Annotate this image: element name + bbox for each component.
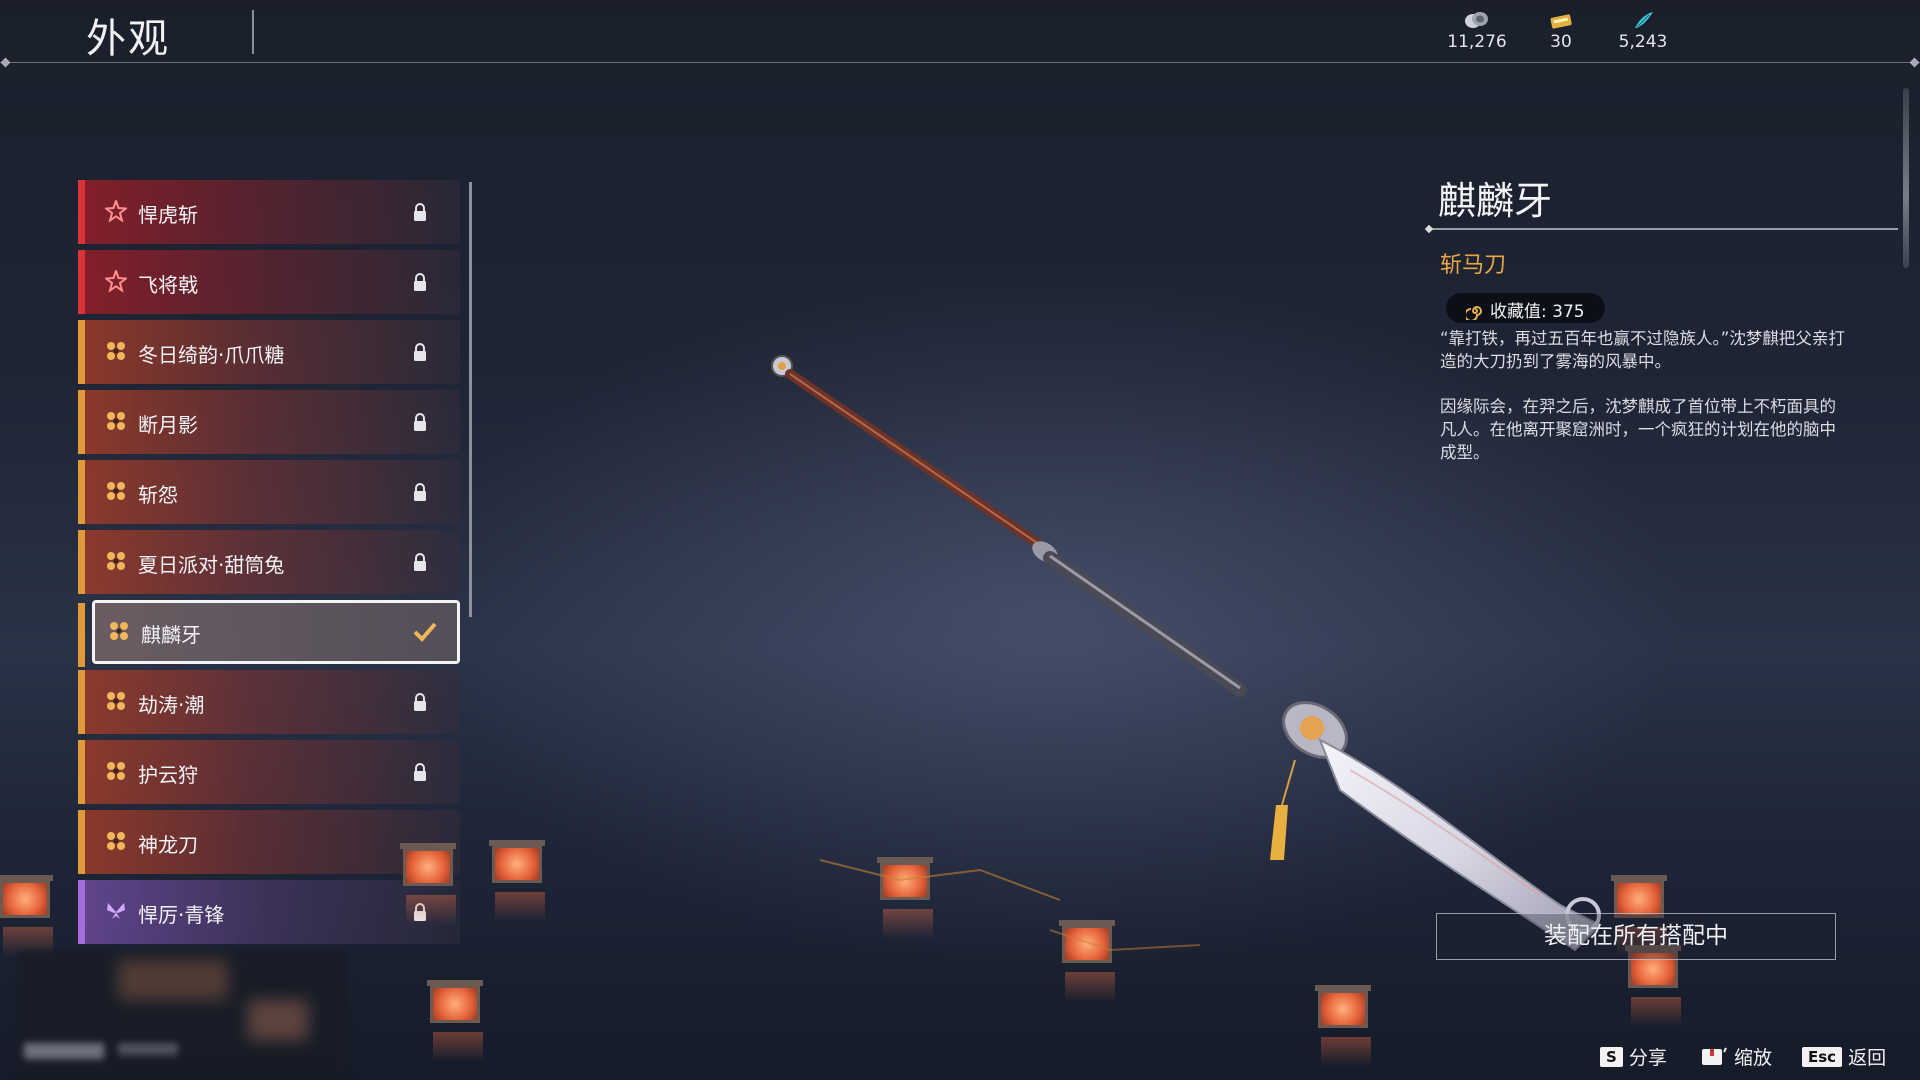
item-label: 夏日派对·甜筒兔 [138, 553, 285, 577]
clover-rarity-icon [107, 342, 125, 360]
floating-lantern [427, 980, 483, 1062]
rarity-bar [78, 740, 85, 804]
lock-icon [414, 343, 426, 361]
key-s: S [1600, 1047, 1623, 1067]
spiral-collection-icon [1466, 306, 1482, 320]
header-line [0, 62, 1920, 63]
list-item[interactable]: 夏日派对·甜筒兔 [78, 530, 460, 594]
item-label: 麒麟牙 [141, 623, 201, 647]
gold-ticket-icon [1550, 14, 1572, 29]
rarity-bar [78, 390, 85, 454]
clover-rarity-icon [107, 832, 125, 850]
top-bar: 外观 11,276 30 5,243 [0, 0, 1920, 68]
checkmark-icon [413, 622, 437, 642]
clover-rarity-icon [107, 482, 125, 500]
list-item[interactable]: 护云狩 [78, 740, 460, 804]
list-item[interactable]: 断月影 [78, 390, 460, 454]
collection-value: 收藏值: 375 [1490, 302, 1585, 322]
floating-lantern [489, 840, 545, 922]
list-item[interactable]: 飞将戟 [78, 250, 460, 314]
clover-rarity-icon [107, 692, 125, 710]
lock-icon [414, 483, 426, 501]
list-item[interactable]: 斩怨 [78, 460, 460, 524]
rarity-bar [78, 180, 85, 244]
feathers-value: 5,243 [1618, 32, 1668, 52]
floating-lantern [877, 857, 933, 939]
clover-rarity-icon [107, 412, 125, 430]
description-paragraph: 因缘际会，在羿之后，沈梦麒成了首位带上不朽面具的凡人。在他离开聚窟洲时，一个疯狂… [1440, 397, 1836, 462]
item-name: 麒麟牙 [1438, 179, 1553, 223]
page-title: 外观 [86, 16, 170, 62]
list-item[interactable]: 悍厉·青锋 [78, 880, 460, 944]
detail-panel: 麒麟牙 斩马刀 收藏值: 375 “靠打铁，再过五百年也赢不过隐族人。”沈梦麒把… [1428, 170, 1898, 464]
name-underline [1428, 228, 1898, 230]
floating-lantern [1315, 985, 1371, 1067]
hint-zoom[interactable]: 缩放 [1700, 1043, 1772, 1070]
collection-value-badge: 收藏值: 375 [1446, 293, 1605, 323]
item-label: 悍厉·青锋 [138, 903, 225, 927]
clover-rarity-icon [107, 762, 125, 780]
rarity-bar [78, 670, 85, 734]
floating-lantern [0, 875, 53, 957]
list-scrollbar[interactable] [469, 182, 472, 617]
currency-coins: 11,276 [1432, 10, 1522, 52]
floating-lantern [400, 843, 456, 925]
list-item[interactable]: 冬日绮韵·爪爪糖 [78, 320, 460, 384]
flower-rarity-icon [105, 200, 127, 222]
item-type: 斩马刀 [1440, 253, 1507, 278]
feather-token-icon [1635, 12, 1653, 28]
rarity-bar [78, 530, 85, 594]
mouse-icon [1702, 1047, 1727, 1065]
list-item[interactable]: 劫涛·潮 [78, 670, 460, 734]
item-label: 劫涛·潮 [138, 693, 205, 717]
list-item[interactable]: 悍虎斩 [78, 180, 460, 244]
item-label: 斩怨 [138, 483, 178, 507]
hint-label: 缩放 [1734, 1047, 1773, 1069]
flower-rarity-icon [105, 270, 127, 292]
coins-value: 11,276 [1447, 32, 1507, 52]
line-ornament-right [1909, 57, 1920, 68]
lock-icon [414, 693, 426, 711]
rarity-bar [78, 603, 85, 667]
hint-label: 分享 [1628, 1047, 1667, 1069]
lock-icon [414, 273, 426, 291]
coin-stack-icon [1465, 12, 1488, 28]
currency-tickets: 30 [1516, 10, 1606, 52]
hint-back[interactable]: Esc 返回 [1802, 1043, 1886, 1070]
currency-feathers: 5,243 [1598, 10, 1688, 52]
item-label: 护云狩 [138, 763, 198, 787]
description-paragraph: “靠打铁，再过五百年也赢不过隐族人。”沈梦麒把父亲打造的大刀扔到了雾海的风暴中。 [1440, 329, 1845, 371]
item-label: 断月影 [138, 413, 198, 437]
item-label: 悍虎斩 [138, 203, 198, 227]
list-item-selected[interactable]: 麒麟牙 [78, 600, 460, 667]
item-label: 神龙刀 [138, 833, 198, 857]
rarity-bar [78, 320, 85, 384]
detail-scrollbar[interactable] [1903, 88, 1909, 268]
appearance-list[interactable]: 悍虎斩 飞将戟 冬日绮韵·爪爪糖 断月影 斩怨 夏日派对·甜筒兔 麒麟牙 劫涛·… [78, 180, 468, 950]
blurred-overlay [18, 950, 348, 1075]
item-description: “靠打铁，再过五百年也赢不过隐族人。”沈梦麒把父亲打造的大刀扔到了雾海的风暴中。… [1440, 327, 1850, 464]
title-divider [252, 10, 254, 54]
butterfly-rarity-icon [107, 903, 125, 919]
rarity-bar [78, 810, 85, 874]
hint-label: 返回 [1848, 1047, 1887, 1069]
clover-rarity-icon [107, 552, 125, 570]
hint-share[interactable]: S 分享 [1600, 1043, 1667, 1070]
tickets-value: 30 [1550, 32, 1572, 52]
item-label: 冬日绮韵·爪爪糖 [138, 343, 285, 367]
line-ornament-left [0, 57, 11, 68]
lock-icon [414, 203, 426, 221]
item-label: 飞将戟 [138, 273, 198, 297]
lock-icon [414, 413, 426, 431]
lock-icon [414, 553, 426, 571]
rarity-bar [78, 460, 85, 524]
rarity-bar [78, 250, 85, 314]
rarity-bar [78, 880, 85, 944]
key-esc: Esc [1802, 1047, 1843, 1067]
lock-icon [414, 763, 426, 781]
clover-rarity-icon [110, 622, 128, 640]
equip-all-button[interactable]: 装配在所有搭配中 [1436, 913, 1836, 960]
floating-lantern [1059, 920, 1115, 1002]
